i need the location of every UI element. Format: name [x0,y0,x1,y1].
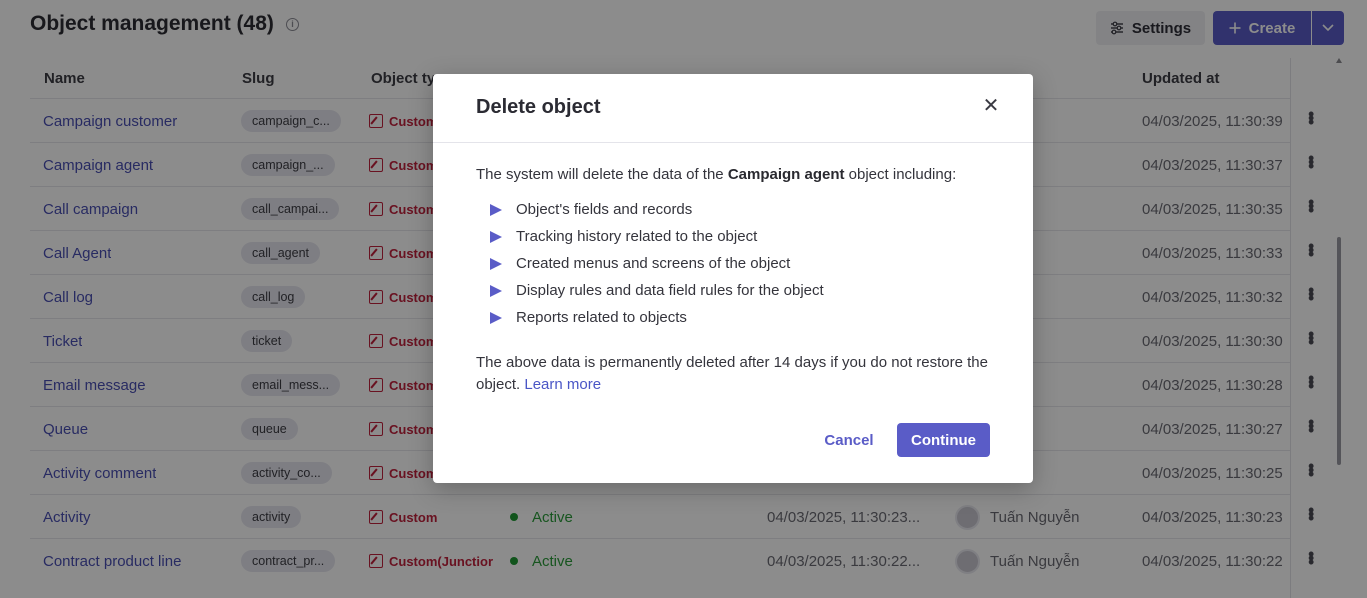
list-item: Tracking history related to the object [490,223,824,250]
list-item: Reports related to objects [490,304,824,331]
dialog-divider [433,142,1033,143]
learn-more-link[interactable]: Learn more [524,376,601,393]
arrow-right-icon [490,230,502,243]
delete-object-dialog: Delete object ✕ The system will delete t… [433,74,1033,483]
arrow-right-icon [490,284,502,297]
intro-prefix: The system will delete the data of the [476,166,728,183]
cancel-button[interactable]: Cancel [816,423,882,457]
list-item-text: Tracking history related to the object [516,228,758,245]
list-item: Object's fields and records [490,196,824,223]
dialog-title: Delete object [476,96,601,118]
close-icon[interactable]: ✕ [981,96,1001,116]
list-item-text: Created menus and screens of the object [516,255,791,272]
dialog-intro: The system will delete the data of the C… [476,166,956,183]
list-item-text: Display rules and data field rules for t… [516,282,824,299]
list-item: Created menus and screens of the object [490,250,824,277]
deletion-items-list: Object's fields and records Tracking his… [490,196,824,331]
list-item-text: Reports related to objects [516,309,687,326]
arrow-right-icon [490,311,502,324]
arrow-right-icon [490,257,502,270]
arrow-right-icon [490,203,502,216]
list-item: Display rules and data field rules for t… [490,277,824,304]
list-item-text: Object's fields and records [516,201,693,218]
retention-note: The above data is permanently deleted af… [476,352,996,396]
intro-suffix: object including: [844,166,957,183]
continue-button[interactable]: Continue [897,423,990,457]
object-name: Campaign agent [727,166,845,183]
